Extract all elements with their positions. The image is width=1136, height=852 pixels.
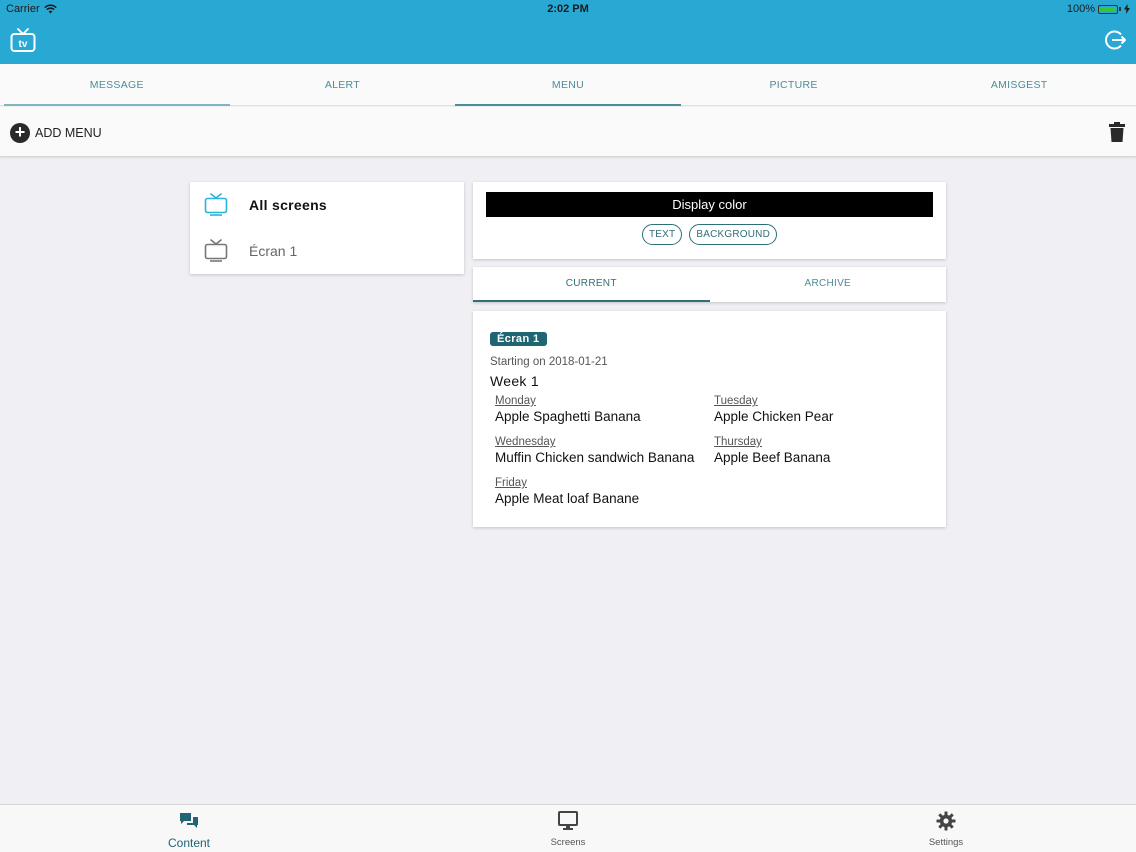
app-header: Carrier 2:02 PM 100% tv xyxy=(0,0,1136,64)
bottom-tab-settings[interactable]: Settings xyxy=(866,805,1026,852)
status-bar: Carrier 2:02 PM 100% xyxy=(0,0,1136,18)
background-color-button[interactable]: BACKGROUND xyxy=(689,224,778,245)
day-items: Apple Meat loaf Banane xyxy=(495,491,640,506)
day-items: Apple Spaghetti Banana xyxy=(495,409,641,424)
tv-icon xyxy=(204,239,228,262)
tv-app-icon[interactable]: tv xyxy=(10,28,36,54)
tab-alert[interactable]: ALERT xyxy=(230,64,456,105)
monitor-icon xyxy=(558,811,578,830)
day-thursday: Thursday Apple Beef Banana xyxy=(714,436,830,465)
bottom-tab-label: Content xyxy=(167,836,211,850)
battery-percent: 100% xyxy=(1066,3,1095,15)
display-color-preview: Display color xyxy=(486,192,933,217)
carrier-label: Carrier xyxy=(6,3,40,15)
menu-subtabs: CURRENT ARCHIVE xyxy=(473,267,946,302)
add-menu-label: ADD MENU xyxy=(35,126,102,140)
logout-icon[interactable] xyxy=(1104,29,1126,51)
status-carrier: Carrier xyxy=(6,3,57,15)
content-tabs: MESSAGE ALERT MENU PICTURE AMISGEST xyxy=(0,64,1136,106)
status-battery: 100% xyxy=(1067,3,1130,15)
screen-item-label: Écran 1 xyxy=(249,243,298,259)
screen-item-label: All screens xyxy=(249,197,328,213)
status-time: 2:02 PM xyxy=(547,3,589,15)
charging-icon xyxy=(1124,4,1130,14)
battery-icon xyxy=(1098,4,1118,14)
plus-circle-icon: + xyxy=(10,123,30,143)
display-color-card: Display color TEXT BACKGROUND xyxy=(473,182,946,259)
day-name[interactable]: Wednesday xyxy=(495,436,694,448)
screen-item-all[interactable]: All screens xyxy=(190,182,464,228)
day-tuesday: Tuesday Apple Chicken Pear xyxy=(714,395,833,424)
gear-icon xyxy=(936,811,956,831)
screens-list: All screens Écran 1 xyxy=(190,182,464,274)
day-name[interactable]: Monday xyxy=(495,395,641,407)
day-wednesday: Wednesday Muffin Chicken sandwich Banana xyxy=(495,436,694,465)
trash-icon[interactable] xyxy=(1109,122,1125,142)
screen-item-ecran-1[interactable]: Écran 1 xyxy=(190,228,464,274)
bottom-tab-content[interactable]: Content xyxy=(109,805,269,852)
color-options: TEXT BACKGROUND xyxy=(473,224,946,245)
day-name[interactable]: Friday xyxy=(495,477,639,489)
tab-current[interactable]: CURRENT xyxy=(473,267,710,302)
start-date: Starting on 2018-01-21 xyxy=(490,356,608,368)
tab-menu[interactable]: MENU xyxy=(455,64,681,106)
toolbar: + ADD MENU xyxy=(0,107,1136,157)
tv-icon xyxy=(204,193,228,216)
day-name[interactable]: Tuesday xyxy=(714,395,833,407)
day-items: Muffin Chicken sandwich Banana xyxy=(495,450,695,465)
bottom-tab-label: Screens xyxy=(550,837,586,848)
tab-archive[interactable]: ARCHIVE xyxy=(710,267,947,302)
text-color-button[interactable]: TEXT xyxy=(641,224,683,245)
tab-picture[interactable]: PICTURE xyxy=(681,64,907,105)
svg-text:tv: tv xyxy=(19,39,28,50)
wifi-icon xyxy=(43,4,57,14)
screen-badge: Écran 1 xyxy=(490,332,547,346)
bottom-tab-screens[interactable]: Screens xyxy=(488,805,648,852)
week-title: Week 1 xyxy=(490,373,540,389)
add-menu-button[interactable]: + ADD MENU xyxy=(10,123,102,143)
day-name[interactable]: Thursday xyxy=(714,436,830,448)
bottom-tab-bar: Content Screens Settings xyxy=(0,804,1136,852)
menu-card[interactable]: Écran 1 Starting on 2018-01-21 Week 1 Mo… xyxy=(473,311,946,527)
day-monday: Monday Apple Spaghetti Banana xyxy=(495,395,641,424)
day-friday: Friday Apple Meat loaf Banane xyxy=(495,477,639,506)
bottom-tab-label: Settings xyxy=(928,837,964,848)
day-items: Apple Chicken Pear xyxy=(714,409,834,424)
tab-message[interactable]: MESSAGE xyxy=(4,64,230,106)
tab-amisgest[interactable]: AMISGEST xyxy=(906,64,1132,105)
chat-icon xyxy=(180,813,198,828)
day-items: Apple Beef Banana xyxy=(714,450,831,465)
